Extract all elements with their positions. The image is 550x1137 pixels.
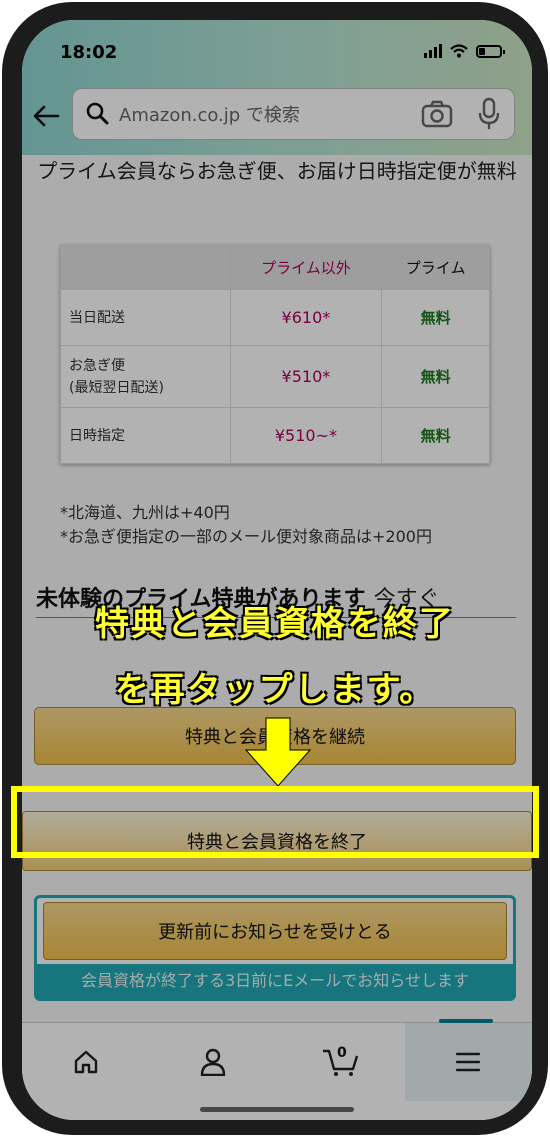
nav-home[interactable] [22,1023,150,1101]
shipping-table: プライム以外 プライム 当日配送 ¥610* 無料 お急ぎ便 (最短翌日配送) ¥… [60,245,490,464]
shipping-notes: *北海道、九州は+40円 *お急ぎ便指定の一部のメール便対象商品は+200円 [60,501,432,549]
search-icon [86,102,109,125]
notify-box: 更新前にお知らせを受けとる 会員資格が終了する3日前にEメールでお知らせします [34,895,516,1001]
prime-price: 無料 [381,289,490,346]
nav-menu[interactable] [404,1019,532,1101]
row-label: 日時指定 [60,407,231,464]
note-line: *お急ぎ便指定の一部のメール便対象商品は+200円 [60,527,432,546]
status-icons [424,44,505,58]
home-icon [74,1050,97,1074]
row-label: 当日配送 [60,289,231,346]
notify-caption: 会員資格が終了する3日前にEメールでお知らせします [37,964,513,998]
cart-count: 0 [337,1045,347,1061]
battery-icon [476,44,505,58]
mic-icon[interactable] [477,97,501,131]
home-indicator [200,1107,354,1112]
instruction-line-2: を再タップします。 [114,670,436,710]
table-row: お急ぎ便 (最短翌日配送) ¥510* 無料 [60,345,490,408]
screen: 18:02 Amazon.co.jp で検索 プライム会員ならお急ぎ便、お届け日… [22,20,532,1120]
table-row: 当日配送 ¥610* 無料 [60,289,490,346]
prime-price: 無料 [381,345,490,408]
table-header-empty [60,245,231,290]
table-row: 日時指定 ¥510~* 無料 [60,407,490,464]
nonprime-price: ¥610* [229,289,383,346]
down-arrow-icon [244,717,312,787]
prime-price: 無料 [381,407,490,464]
nav-cart[interactable]: 0 [277,1023,405,1101]
note-line: *北海道、九州は+40円 [60,503,230,522]
nav-account[interactable] [150,1023,278,1101]
menu-icon [456,1052,481,1072]
phone-frame: 18:02 Amazon.co.jp で検索 プライム会員ならお急ぎ便、お届け日… [2,2,548,1135]
main-content: プライム会員ならお急ぎ便、お届け日時指定便が無料 プライム以外 プライム 当日配… [22,155,532,1022]
nonprime-price: ¥510~* [229,407,383,464]
status-time: 18:02 [60,42,118,63]
camera-icon[interactable] [421,99,453,129]
back-arrow-icon[interactable] [32,104,60,134]
instruction-line-1: 特典と会員資格を終了 [95,604,455,644]
search-bar[interactable] [72,88,515,140]
signal-icon [424,44,442,58]
table-header-row: プライム以外 プライム [60,245,490,290]
end-membership-button[interactable]: 特典と会員資格を終了 [22,811,532,871]
notify-before-renewal-button[interactable]: 更新前にお知らせを受けとる [43,902,507,960]
wifi-icon [450,44,468,58]
nonprime-price: ¥510* [229,345,383,408]
search-input[interactable] [119,101,409,129]
table-header-nonprime: プライム以外 [229,245,383,290]
account-icon [201,1048,226,1076]
table-header-prime: プライム [381,245,490,290]
bottom-nav: 0 [22,1019,532,1120]
row-label: お急ぎ便 (最短翌日配送) [60,345,231,408]
intro-text: プライム会員ならお急ぎ便、お届け日時指定便が無料 [37,159,517,183]
